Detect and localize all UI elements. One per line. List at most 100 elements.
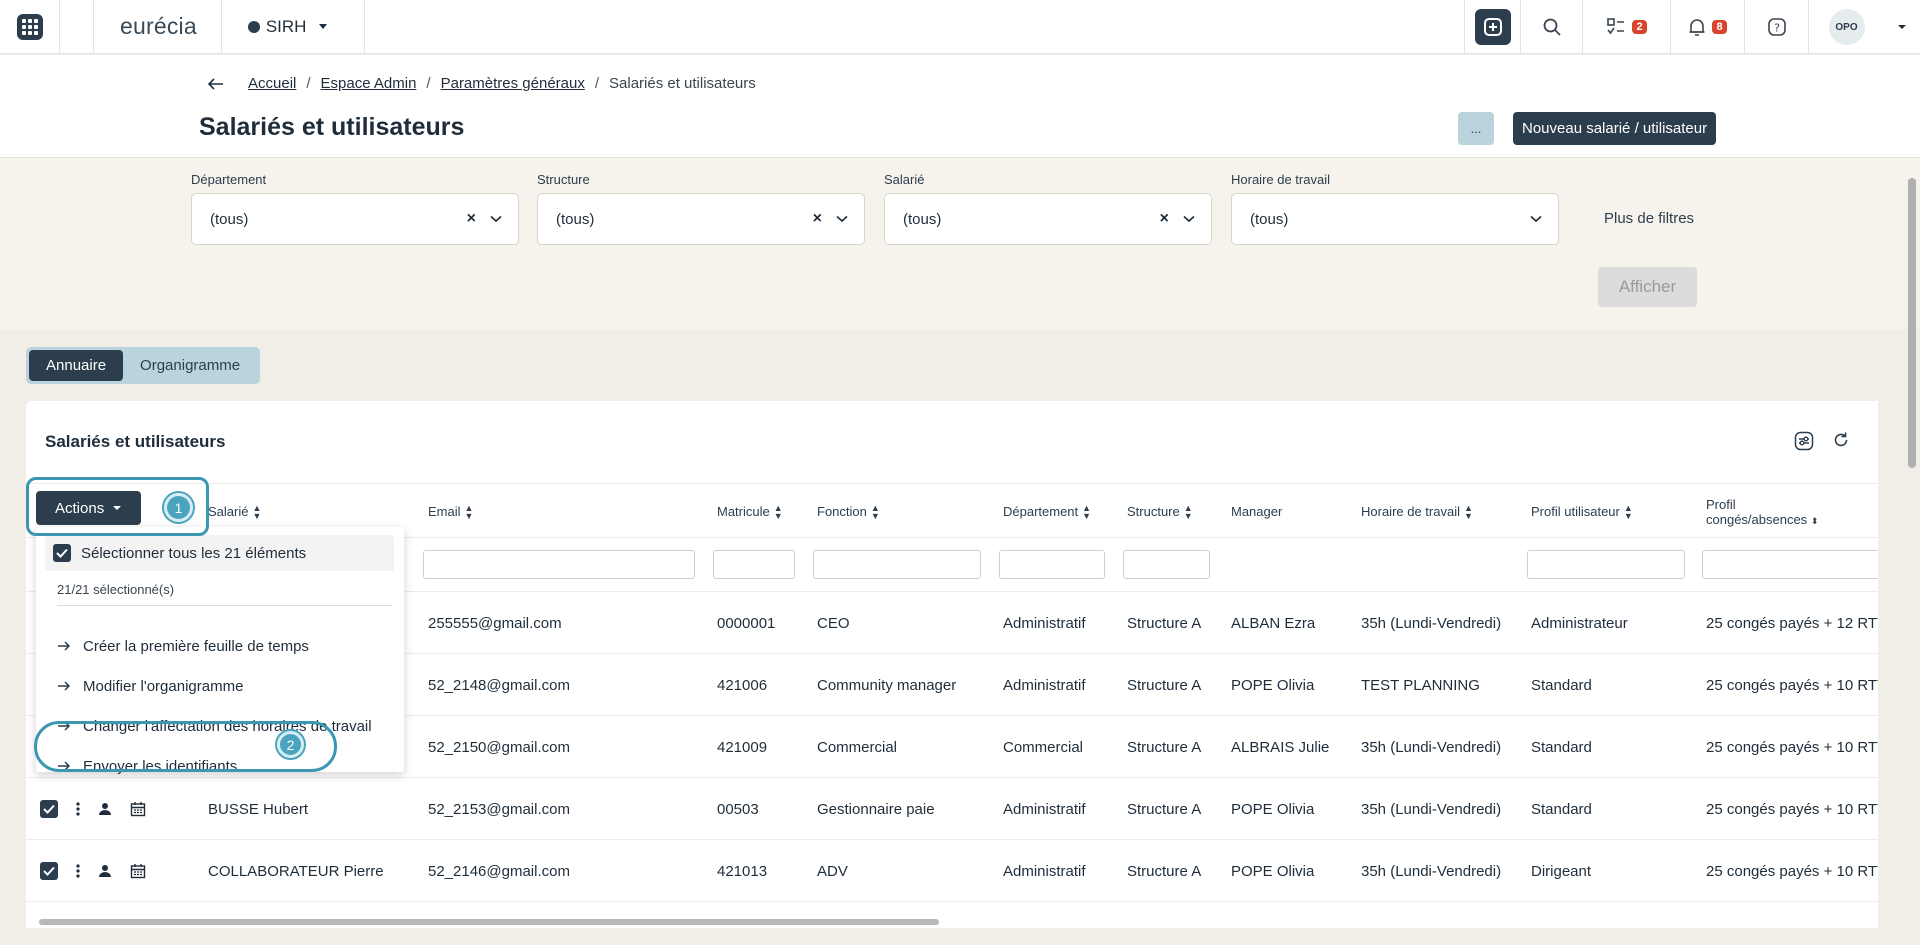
product-switcher[interactable]: SIRH [222, 0, 366, 54]
search-button[interactable] [1520, 0, 1582, 54]
fonction-filter-input[interactable] [813, 550, 981, 579]
row-checkbox[interactable] [40, 800, 58, 818]
employee-name[interactable]: BUSSE Hubert [208, 778, 308, 840]
breadcrumb: Accueil / Espace Admin / Paramètres géné… [208, 75, 756, 92]
column-header-profil[interactable]: Profil utilisateur ▲ ▼ [1531, 484, 1633, 539]
tab-annuaire[interactable]: Annuaire [29, 350, 124, 381]
departement-cell: Administratif [1003, 614, 1086, 632]
matricule-filter-input[interactable] [713, 550, 795, 579]
select-all-option[interactable]: Sélectionner tous les 21 éléments [45, 535, 394, 571]
person-icon[interactable] [98, 802, 112, 816]
user-menu-button[interactable]: OPO [1808, 0, 1884, 54]
departement-filter-input[interactable] [999, 550, 1105, 579]
back-arrow-icon[interactable] [208, 77, 224, 90]
quick-add-button[interactable] [1464, 0, 1520, 54]
column-header-matricule[interactable]: Matricule ▲ ▼ [717, 484, 783, 539]
employee-name[interactable]: COLLABORATEUR Pierre [208, 840, 384, 902]
checkbox-checked-icon[interactable] [53, 544, 71, 562]
profil-conges-filter-input[interactable] [1702, 550, 1878, 579]
column-header-email[interactable]: Email ▲ ▼ [428, 484, 473, 539]
apps-menu-button[interactable] [0, 0, 60, 54]
help-button[interactable]: ? [1744, 0, 1808, 54]
checklist-icon [1607, 18, 1625, 35]
caret-down-icon [1898, 25, 1906, 29]
breadcrumb-parametres[interactable]: Paramètres généraux [441, 75, 585, 92]
chevron-down-icon [490, 215, 502, 223]
profil-filter-input[interactable] [1527, 550, 1685, 579]
structure-cell: Structure A [1127, 738, 1202, 756]
column-header-structure[interactable]: Structure ▲ ▼ [1127, 484, 1193, 539]
menu-item-edit-orgchart[interactable]: Modifier l'organigramme [57, 666, 243, 706]
email-cell: 52_2150@gmail.com [428, 738, 570, 756]
clear-icon[interactable]: × [813, 210, 822, 228]
selected-count: 21/21 sélectionné(s) [57, 582, 175, 597]
column-header-fonction[interactable]: Fonction ▲ ▼ [817, 484, 880, 539]
email-filter-input[interactable] [423, 550, 695, 579]
manager-cell: POPE Olivia [1231, 676, 1315, 694]
sort-icon: ▲ ▼ [870, 502, 880, 521]
chevron-down-icon [1530, 215, 1542, 223]
clear-icon[interactable]: × [467, 210, 476, 228]
step-badge-1: 1 [164, 493, 193, 522]
table-row[interactable]: COLLABORATEUR Pierre 52_2146@gmail.com 421… [26, 840, 1878, 902]
vertical-scrollbar[interactable] [1904, 160, 1920, 928]
sort-icon: ▲ ▼ [773, 502, 783, 521]
show-button[interactable]: Afficher [1598, 267, 1697, 307]
more-filters-link[interactable]: Plus de filtres [1604, 210, 1694, 227]
column-header-horaire[interactable]: Horaire de travail ▲ ▼ [1361, 484, 1473, 539]
new-employee-button[interactable]: Nouveau salarié / utilisateur [1513, 112, 1717, 145]
horaire-cell: 35h (Lundi-Vendredi) [1361, 738, 1502, 756]
tasks-button[interactable]: 2 [1582, 0, 1670, 54]
filter-label: Département [191, 172, 267, 187]
fonction-cell: Gestionnaire paie [817, 800, 935, 818]
tab-organigramme[interactable]: Organigramme [123, 350, 257, 381]
table-row[interactable]: BUSSE Hubert 52_2153@gmail.com 00503 Gestio… [26, 778, 1878, 840]
conges-cell: 25 congés payés + 10 RTT [1706, 676, 1878, 694]
matricule-cell: 00503 [717, 800, 759, 818]
fonction-cell: Community manager [817, 676, 957, 694]
notifications-button[interactable]: 8 [1670, 0, 1744, 54]
chevron-down-icon [836, 215, 848, 223]
clear-icon[interactable]: × [1160, 210, 1169, 228]
logo[interactable]: eurécia [94, 0, 222, 54]
profil-cell: Standard [1531, 800, 1592, 818]
salarie-select[interactable]: (tous) × [884, 193, 1212, 245]
person-icon[interactable] [98, 864, 112, 878]
horaire-cell: 35h (Lundi-Vendredi) [1361, 800, 1502, 818]
calendar-icon[interactable] [130, 863, 146, 879]
more-options-button[interactable]: ... [1458, 112, 1494, 145]
column-header-profil-conges[interactable]: Profil congés/absences ⬍ [1706, 484, 1818, 539]
horaire-cell: TEST PLANNING [1361, 676, 1480, 694]
conges-cell: 25 congés payés + 12 RTT [1706, 614, 1878, 632]
kebab-menu-icon[interactable] [76, 802, 80, 816]
page-header: Accueil / Espace Admin / Paramètres géné… [0, 55, 1920, 158]
row-checkbox[interactable] [40, 862, 58, 880]
menu-item-create-timesheet[interactable]: Créer la première feuille de temps [57, 626, 309, 666]
sort-icon: ▲ ▼ [464, 502, 474, 521]
departement-cell: Commercial [1003, 738, 1084, 756]
sort-icon: ⬍ [1810, 515, 1819, 526]
kebab-menu-icon[interactable] [76, 864, 80, 878]
structure-select[interactable]: (tous) × [537, 193, 865, 245]
column-settings-icon[interactable] [1794, 431, 1814, 451]
expand-menu-button[interactable] [1884, 0, 1920, 54]
view-tabs: Annuaire Organigramme [26, 347, 261, 384]
departement-select[interactable]: (tous) × [191, 193, 519, 245]
card-title: Salariés et utilisateurs [45, 432, 226, 451]
conges-cell: 25 congés payés + 10 RTT [1706, 862, 1878, 880]
calendar-icon[interactable] [130, 801, 146, 817]
manager-cell: POPE Olivia [1231, 800, 1315, 818]
horizontal-scrollbar[interactable] [26, 916, 1878, 928]
breadcrumb-espace-admin[interactable]: Espace Admin [321, 75, 417, 92]
svg-text:?: ? [1774, 22, 1780, 35]
column-header-departement[interactable]: Département ▲ ▼ [1003, 484, 1091, 539]
horaire-select[interactable]: (tous) [1231, 193, 1559, 245]
sort-icon: ▲ ▼ [1623, 502, 1633, 521]
departement-cell: Administratif [1003, 676, 1086, 694]
refresh-icon[interactable] [1832, 431, 1850, 449]
breadcrumb-accueil[interactable]: Accueil [248, 75, 296, 92]
profil-cell: Dirigeant [1531, 862, 1592, 880]
structure-filter-input[interactable] [1123, 550, 1210, 579]
notifications-badge: 8 [1712, 20, 1727, 34]
filter-label: Structure [537, 172, 590, 187]
